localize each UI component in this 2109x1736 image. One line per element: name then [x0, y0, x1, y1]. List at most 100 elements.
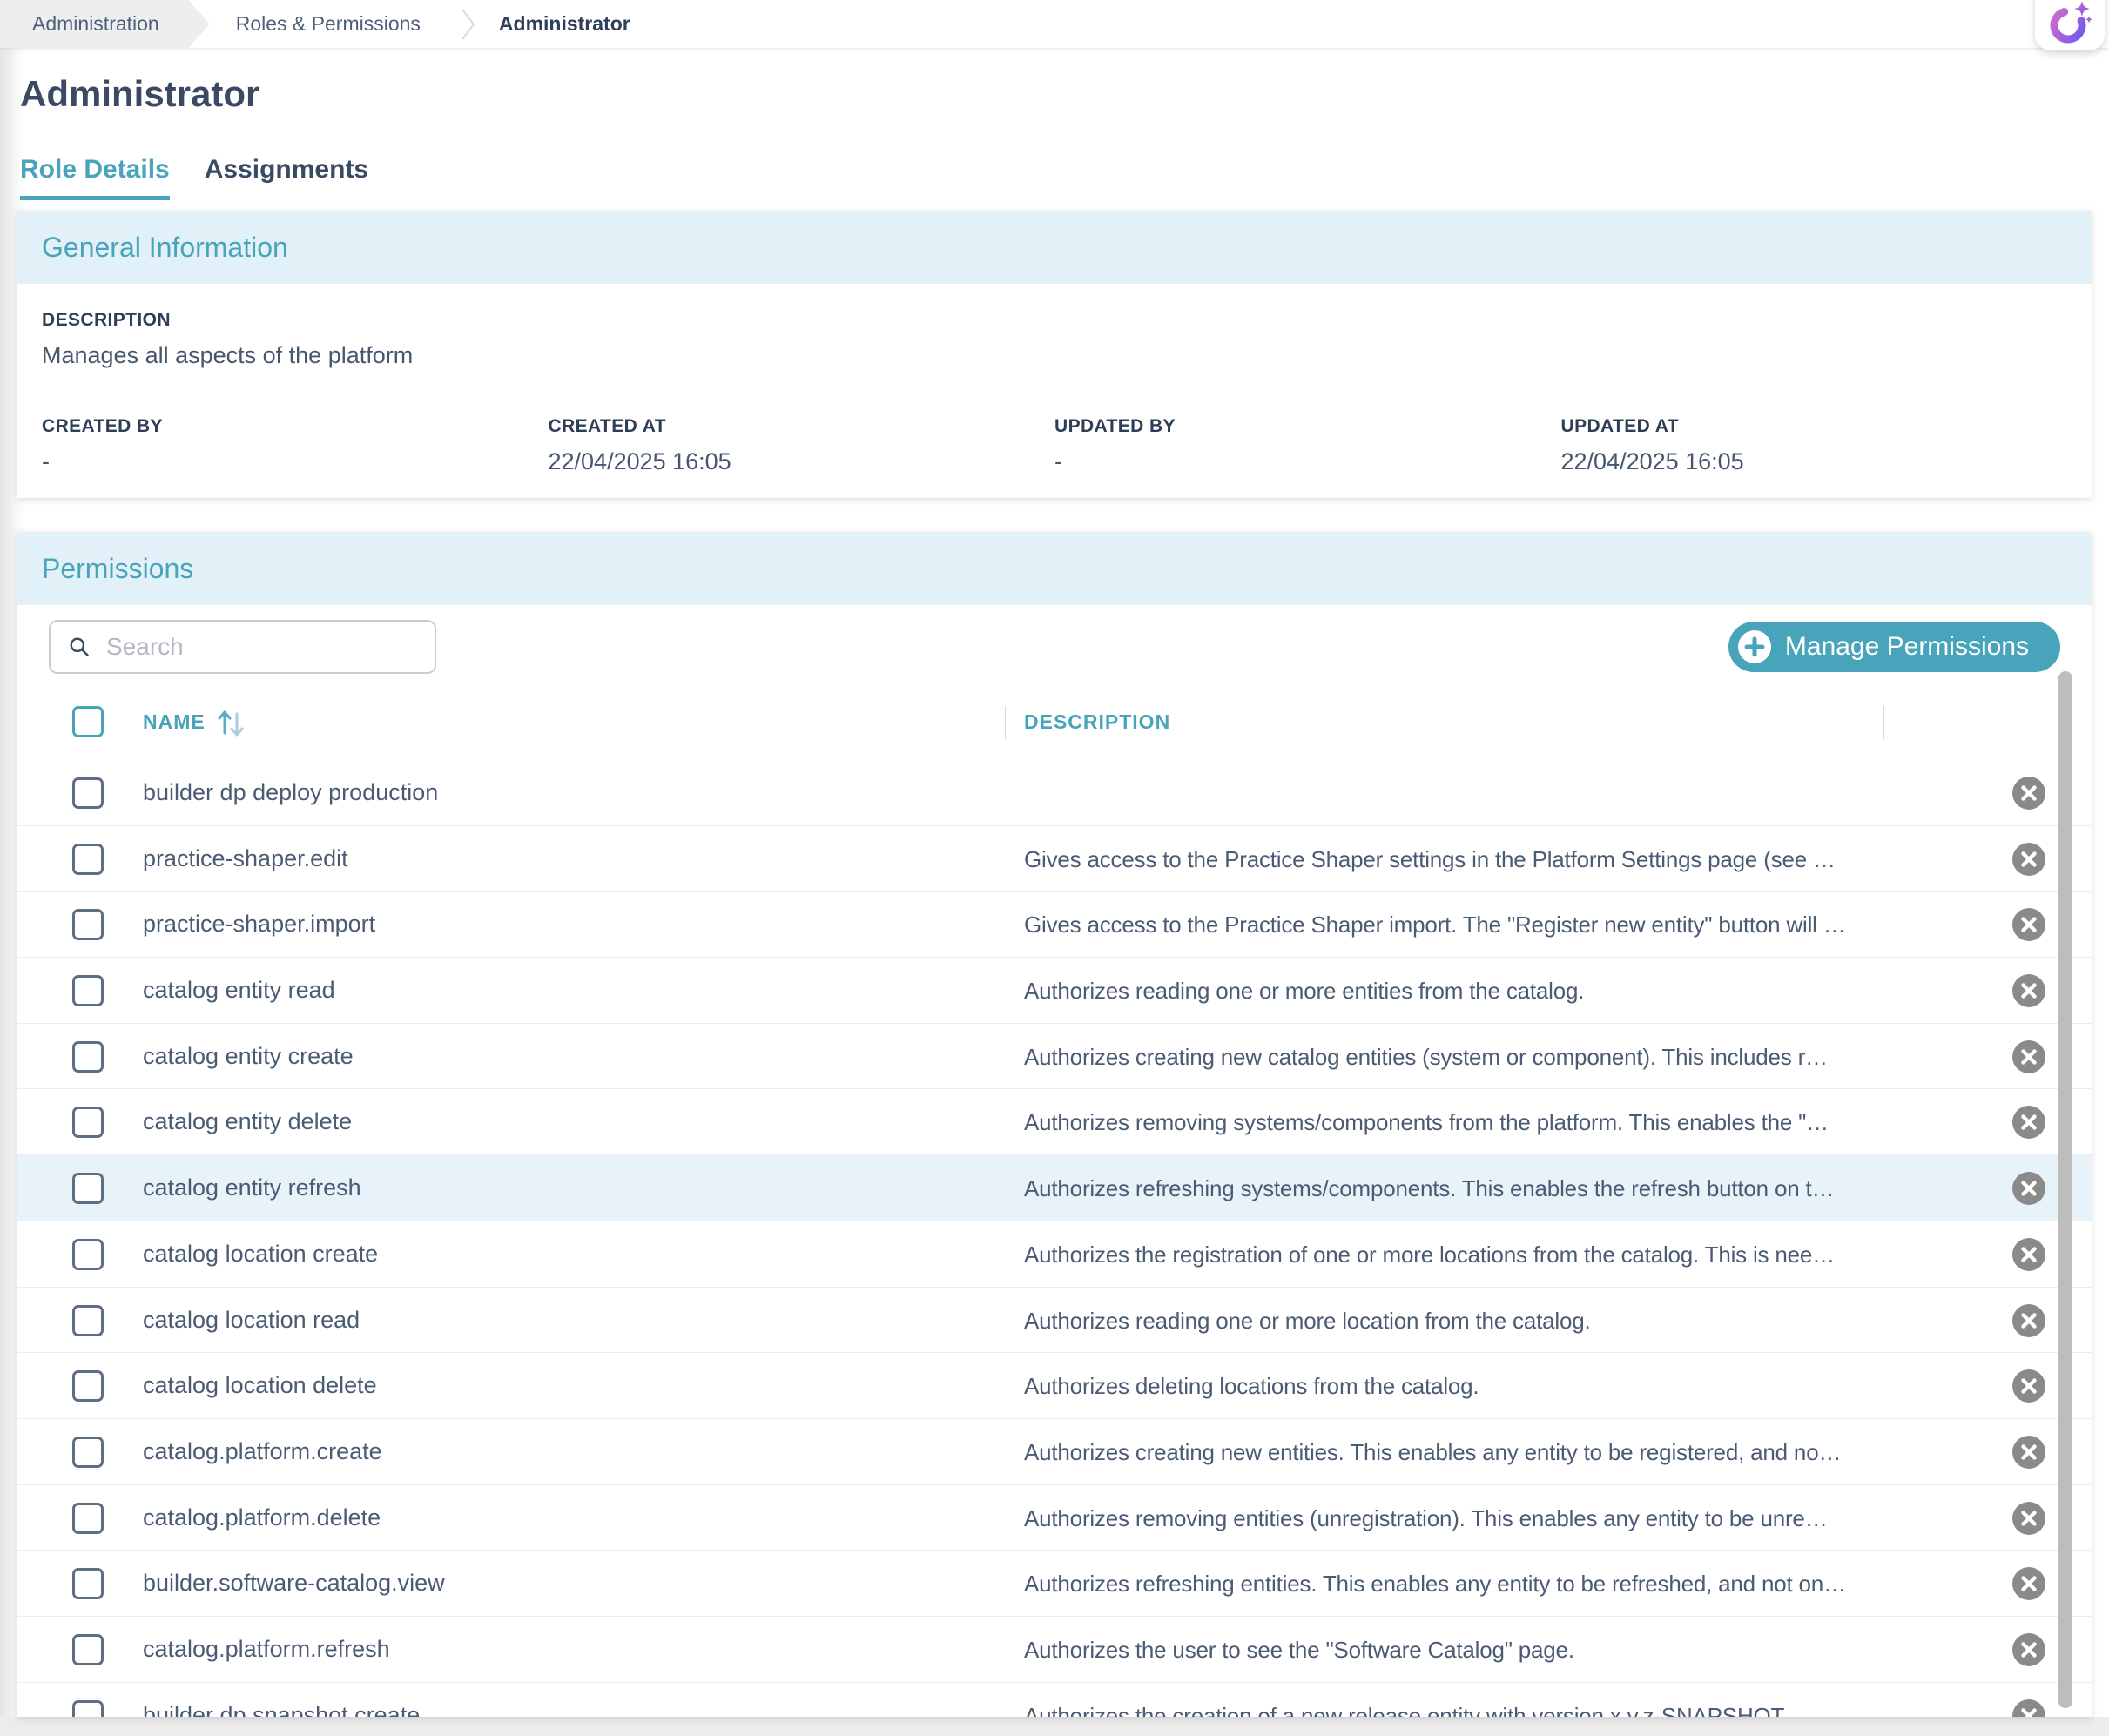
- permission-description: Authorizes refreshing entities. This ena…: [1024, 1571, 1886, 1598]
- row-checkbox[interactable]: [72, 1173, 104, 1204]
- tab-role-details[interactable]: Role Details: [20, 155, 170, 200]
- row-checkbox[interactable]: [72, 1041, 104, 1073]
- x-circle-icon: [2011, 907, 2046, 942]
- row-checkbox[interactable]: [72, 1370, 104, 1402]
- row-checkbox[interactable]: [72, 909, 104, 940]
- remove-permission-button[interactable]: [2011, 1566, 2046, 1601]
- remove-permission-button[interactable]: [2011, 776, 2046, 811]
- remove-permission-button[interactable]: [2011, 1435, 2046, 1470]
- permission-name: builder dp deploy production: [143, 779, 438, 806]
- ai-assistant-button[interactable]: [2035, 0, 2105, 50]
- table-row[interactable]: catalog entity refresh Authorizes refres…: [17, 1155, 2092, 1221]
- table-row[interactable]: catalog.platform.create Authorizes creat…: [17, 1419, 2092, 1485]
- column-divider: [1883, 706, 1884, 739]
- page-bottom-band: [0, 1717, 2109, 1736]
- permission-name: catalog entity read: [143, 977, 335, 1004]
- manage-permissions-label: Manage Permissions: [1785, 632, 2029, 662]
- remove-permission-button[interactable]: [2011, 973, 2046, 1008]
- row-checkbox[interactable]: [72, 1503, 104, 1534]
- permission-description: Authorizes reading one or more location …: [1024, 1308, 1886, 1335]
- table-row[interactable]: catalog.platform.delete Authorizes remov…: [17, 1485, 2092, 1551]
- tabs: Role Details Assignments: [20, 155, 368, 200]
- table-row[interactable]: builder dp deploy production: [17, 760, 2092, 826]
- description-field: DESCRIPTION Manages all aspects of the p…: [42, 310, 2067, 369]
- x-circle-icon: [2011, 1303, 2046, 1338]
- row-checkbox[interactable]: [72, 844, 104, 875]
- table-row[interactable]: catalog.platform.refresh Authorizes the …: [17, 1617, 2092, 1683]
- remove-permission-button[interactable]: [2011, 1699, 2046, 1717]
- remove-permission-button[interactable]: [2011, 1369, 2046, 1403]
- manage-permissions-button[interactable]: Manage Permissions: [1728, 622, 2060, 672]
- table-row[interactable]: practice-shaper.edit Gives access to the…: [17, 826, 2092, 892]
- remove-permission-button[interactable]: [2011, 1105, 2046, 1140]
- field-label: CREATED AT: [549, 416, 1055, 437]
- permission-name: builder.software-catalog.view: [143, 1570, 445, 1597]
- permission-name: catalog.platform.refresh: [143, 1636, 390, 1663]
- remove-permission-button[interactable]: [2011, 842, 2046, 877]
- permissions-toolbar: Manage Permissions: [17, 619, 2092, 675]
- remove-permission-button[interactable]: [2011, 1632, 2046, 1667]
- remove-permission-button[interactable]: [2011, 1040, 2046, 1074]
- table-header: NAME DESCRIPTION: [17, 696, 2092, 750]
- created-at-field: CREATED AT 22/04/2025 16:05: [549, 416, 1055, 475]
- remove-permission-button[interactable]: [2011, 1171, 2046, 1206]
- field-label: DESCRIPTION: [42, 310, 2067, 331]
- permission-description: Authorizes creating new entities. This e…: [1024, 1439, 1886, 1466]
- remove-permission-button[interactable]: [2011, 1501, 2046, 1536]
- table-row[interactable]: catalog entity create Authorizes creatin…: [17, 1024, 2092, 1090]
- table-row[interactable]: catalog entity read Authorizes reading o…: [17, 958, 2092, 1024]
- permission-name: catalog entity delete: [143, 1108, 352, 1135]
- row-checkbox[interactable]: [72, 975, 104, 1006]
- permission-description: Authorizes the registration of one or mo…: [1024, 1241, 1886, 1268]
- permission-name: catalog location create: [143, 1241, 378, 1268]
- remove-permission-button[interactable]: [2011, 907, 2046, 942]
- breadcrumb-item-administration[interactable]: Administration: [0, 0, 210, 48]
- table-row[interactable]: catalog location create Authorizes the r…: [17, 1221, 2092, 1288]
- x-circle-icon: [2011, 1171, 2046, 1206]
- column-header-name[interactable]: NAME: [143, 710, 206, 734]
- row-checkbox[interactable]: [72, 1107, 104, 1138]
- row-checkbox[interactable]: [72, 1568, 104, 1599]
- permission-description: Gives access to the Practice Shaper sett…: [1024, 846, 1886, 873]
- table-row[interactable]: builder.software-catalog.view Authorizes…: [17, 1551, 2092, 1617]
- sort-icon[interactable]: [216, 707, 246, 744]
- x-circle-icon: [2011, 1105, 2046, 1140]
- x-circle-icon: [2011, 1237, 2046, 1272]
- row-checkbox[interactable]: [72, 1437, 104, 1468]
- permission-description: Authorizes deleting locations from the c…: [1024, 1373, 1886, 1400]
- permissions-table-body: builder dp deploy production practice-sh…: [17, 760, 2092, 1717]
- column-header-description: DESCRIPTION: [1024, 710, 1170, 734]
- tab-assignments[interactable]: Assignments: [205, 155, 368, 200]
- vertical-scrollbar[interactable]: [2058, 671, 2072, 1708]
- breadcrumb-item-administrator[interactable]: Administrator: [499, 0, 630, 48]
- table-row[interactable]: catalog entity delete Authorizes removin…: [17, 1089, 2092, 1155]
- row-checkbox[interactable]: [72, 777, 104, 809]
- permission-description: Authorizes removing entities (unregistra…: [1024, 1505, 1886, 1532]
- permission-description: Authorizes the user to see the "Software…: [1024, 1637, 1886, 1664]
- remove-permission-button[interactable]: [2011, 1303, 2046, 1338]
- x-circle-icon: [2011, 842, 2046, 877]
- permissions-card: Permissions Manage Permissions: [17, 532, 2092, 1717]
- x-circle-icon: [2011, 973, 2046, 1008]
- search-box[interactable]: [49, 620, 436, 674]
- table-row[interactable]: builder dp snapshot create Authorizes th…: [17, 1683, 2092, 1717]
- row-checkbox[interactable]: [72, 1634, 104, 1665]
- x-circle-icon: [2011, 1632, 2046, 1667]
- permission-description: Authorizes reading one or more entities …: [1024, 978, 1886, 1005]
- breadcrumb-item-roles-permissions[interactable]: Roles & Permissions: [210, 0, 421, 48]
- table-row[interactable]: catalog location read Authorizes reading…: [17, 1288, 2092, 1354]
- row-checkbox[interactable]: [72, 1305, 104, 1336]
- search-input[interactable]: [104, 632, 422, 662]
- roles-permissions-page: Administration Roles & Permissions Admin…: [0, 0, 2109, 1736]
- x-circle-icon: [2011, 1566, 2046, 1601]
- table-row[interactable]: practice-shaper.import Gives access to t…: [17, 892, 2092, 958]
- field-value: -: [42, 448, 549, 475]
- row-checkbox[interactable]: [72, 1700, 104, 1717]
- remove-permission-button[interactable]: [2011, 1237, 2046, 1272]
- row-checkbox[interactable]: [72, 1239, 104, 1270]
- select-all-checkbox[interactable]: [72, 706, 104, 737]
- table-row[interactable]: catalog location delete Authorizes delet…: [17, 1353, 2092, 1419]
- x-circle-icon: [2011, 1501, 2046, 1536]
- permission-description: Authorizes refreshing systems/components…: [1024, 1175, 1886, 1202]
- created-by-field: CREATED BY -: [42, 416, 549, 475]
